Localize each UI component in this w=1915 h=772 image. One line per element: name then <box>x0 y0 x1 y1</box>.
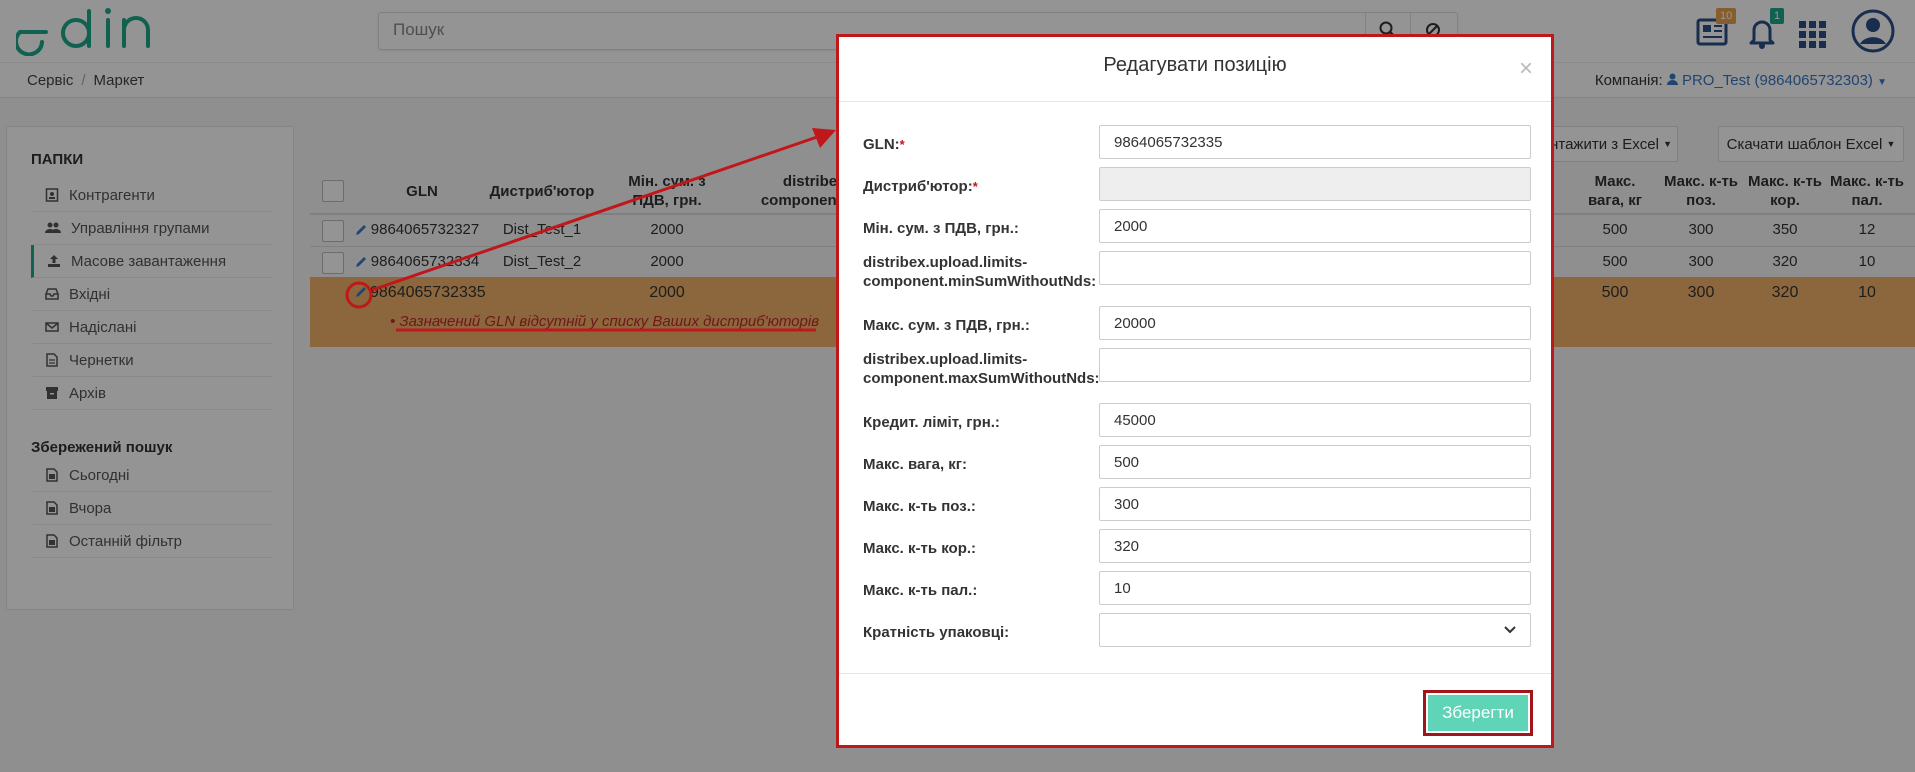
label-text: GLN: <box>863 136 900 153</box>
max-sum-without-nds-input[interactable] <box>1099 348 1531 382</box>
label-line: component.maxSumWithoutNds: <box>863 370 1100 387</box>
min-sum-without-nds-input[interactable] <box>1099 251 1531 285</box>
field-label: Макс. сум. з ПДВ, грн.: <box>863 317 1030 334</box>
chevron-down-icon <box>1504 626 1516 634</box>
min-sum-input[interactable]: 2000 <box>1099 209 1531 243</box>
distributor-input <box>1099 167 1531 201</box>
gln-input[interactable]: 9864065732335 <box>1099 125 1531 159</box>
credit-limit-input[interactable]: 45000 <box>1099 403 1531 437</box>
field-label: Кредит. ліміт, грн.: <box>863 414 1000 431</box>
field-label: Макс. к-ть пал.: <box>863 582 978 599</box>
field-label: distribex.upload.limits- component.minSu… <box>863 253 1096 291</box>
label-line: distribex.upload.limits- <box>863 254 1028 271</box>
save-button-highlight: Зберегти <box>1423 690 1533 736</box>
field-label: distribex.upload.limits- component.maxSu… <box>863 350 1100 388</box>
field-label: Дистриб'ютор:* <box>863 177 978 196</box>
field-label: Макс. к-ть кор.: <box>863 540 977 557</box>
max-pallets-input[interactable]: 10 <box>1099 571 1531 605</box>
modal-header: Редагувати позицію × <box>839 37 1551 102</box>
max-weight-input[interactable]: 500 <box>1099 445 1531 479</box>
max-sum-input[interactable]: 20000 <box>1099 306 1531 340</box>
required-marker: * <box>972 179 978 194</box>
field-label: GLN:* <box>863 135 905 154</box>
field-label: Макс. к-ть поз.: <box>863 498 976 515</box>
save-button[interactable]: Зберегти <box>1428 695 1528 731</box>
field-label: Кратність упаковці: <box>863 624 1010 641</box>
max-positions-input[interactable]: 300 <box>1099 487 1531 521</box>
label-line: component.minSumWithoutNds: <box>863 273 1097 290</box>
edit-position-modal: Редагувати позицію × GLN:* 9864065732335… <box>836 34 1554 748</box>
field-label: Мін. сум. з ПДВ, грн.: <box>863 220 1019 237</box>
modal-title: Редагувати позицію <box>1103 54 1287 76</box>
close-icon[interactable]: × <box>1519 57 1533 81</box>
label-text: Дистриб'ютор: <box>863 178 973 195</box>
field-label: Макс. вага, кг: <box>863 456 968 473</box>
modal-footer: Зберегти <box>839 673 1551 746</box>
max-boxes-input[interactable]: 320 <box>1099 529 1531 563</box>
required-marker: * <box>899 137 905 152</box>
package-multiplicity-select[interactable] <box>1099 613 1531 647</box>
label-line: distribex.upload.limits- <box>863 351 1028 368</box>
